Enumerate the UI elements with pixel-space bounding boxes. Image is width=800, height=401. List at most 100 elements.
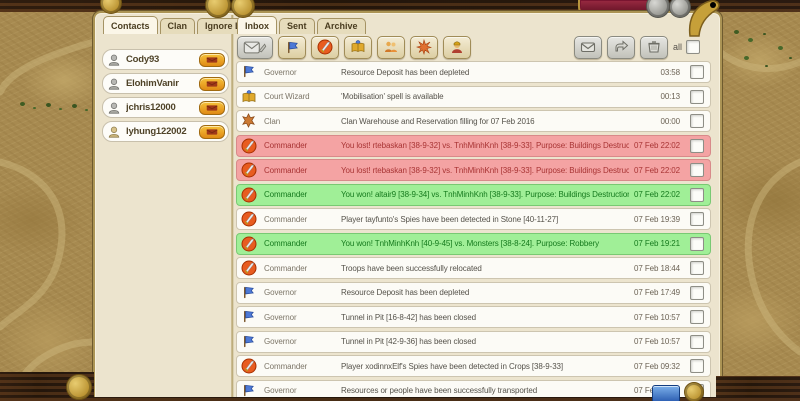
action-button-group — [574, 36, 668, 59]
message-row[interactable]: Commander You lost! rtebaskan [38-9-32] … — [236, 135, 711, 157]
message-text: Clan Warehouse and Reservation filling f… — [341, 117, 655, 126]
contacts-tabbar: Contacts Clan Ignore List — [103, 16, 259, 34]
contact-avatar-icon — [107, 77, 121, 91]
message-row[interactable]: Commander You won! TnhMinhKnh [40-9-45] … — [236, 233, 711, 255]
message-sender: Commander — [262, 239, 336, 248]
filter-button-governor-flag-icon[interactable] — [278, 36, 306, 59]
tab-label: Clan — [168, 21, 188, 31]
message-checkbox[interactable] — [690, 310, 704, 324]
message-row[interactable]: Governor Tunnel in Pit [16-8-42] has bee… — [236, 306, 711, 328]
map-path-right — [716, 12, 800, 378]
message-sender: Commander — [262, 362, 336, 371]
action-button-trash-icon[interactable] — [640, 36, 668, 59]
contact-row[interactable]: lyhung122002 — [102, 121, 229, 142]
message-text: Player xodinnxElf's Spies have been dete… — [341, 362, 629, 371]
message-checkbox[interactable] — [690, 286, 704, 300]
contact-avatar-icon — [107, 125, 121, 139]
mail-tab-archive[interactable]: Archive — [317, 18, 366, 34]
message-checkbox[interactable] — [690, 359, 704, 373]
message-row[interactable]: Governor Resource Deposit has been deple… — [236, 282, 711, 304]
message-checkbox[interactable] — [690, 114, 704, 128]
message-sender: Commander — [262, 190, 336, 199]
map-path-left — [0, 12, 94, 382]
gold-ornament — [66, 374, 92, 400]
filter-button-wizard-book-icon[interactable] — [344, 36, 372, 59]
sidebar-tab-clan[interactable]: Clan — [160, 18, 196, 34]
message-text: Resource Deposit has been depleted — [341, 288, 629, 297]
message-sender: Commander — [262, 215, 336, 224]
send-mail-button[interactable] — [199, 53, 225, 67]
contact-row[interactable]: ElohimVanir — [102, 73, 229, 94]
message-text: Tunnel in Pit [42-9-36] has been closed — [341, 337, 629, 346]
action-button-forward-icon[interactable] — [607, 36, 635, 59]
panel-divider — [231, 15, 234, 401]
message-row[interactable]: Commander You lost! rtebaskan [38-9-32] … — [236, 159, 711, 181]
message-type-icon — [241, 358, 257, 374]
message-time: 03:58 — [660, 68, 680, 77]
message-text: 'Mobilisation' spell is available — [341, 92, 655, 101]
message-sender: Governor — [262, 337, 336, 346]
message-type-icon — [241, 113, 257, 129]
message-text: You lost! rtebaskan [38-9-32] vs. TnhMin… — [341, 141, 629, 150]
message-time: 00:13 — [660, 92, 680, 101]
message-checkbox[interactable] — [690, 237, 704, 251]
message-checkbox[interactable] — [690, 65, 704, 79]
message-type-icon — [241, 89, 257, 105]
game-screen: Contacts Clan Ignore List Cody93 ElohimV… — [0, 0, 800, 401]
message-sender: Governor — [262, 313, 336, 322]
action-button-envelope-icon[interactable] — [574, 36, 602, 59]
tab-label: Inbox — [245, 21, 269, 31]
message-type-icon — [241, 138, 257, 154]
message-checkbox[interactable] — [690, 90, 704, 104]
message-checkbox[interactable] — [690, 335, 704, 349]
sidebar-tab-contacts[interactable]: Contacts — [103, 16, 158, 34]
bushes-left — [20, 102, 25, 106]
select-all-wrap: all — [673, 40, 700, 54]
message-text: You won! TnhMinhKnh [40-9-45] vs. Monste… — [341, 239, 629, 248]
send-mail-button[interactable] — [199, 77, 225, 91]
message-checkbox[interactable] — [690, 188, 704, 202]
message-row[interactable]: Court Wizard 'Mobilisation' spell is ava… — [236, 86, 711, 108]
contact-row[interactable]: jchris12000 — [102, 97, 229, 118]
contact-row[interactable]: Cody93 — [102, 49, 229, 70]
message-sender: Court Wizard — [262, 92, 336, 101]
message-row[interactable]: Commander Player tayfunto's Spies have b… — [236, 208, 711, 230]
message-checkbox[interactable] — [690, 261, 704, 275]
message-checkbox[interactable] — [690, 212, 704, 226]
filter-button-commander-sword-icon[interactable] — [311, 36, 339, 59]
mail-tab-sent[interactable]: Sent — [279, 18, 315, 34]
filter-button-ruler-helm-icon[interactable] — [443, 36, 471, 59]
message-checkbox[interactable] — [690, 139, 704, 153]
message-type-icon — [241, 211, 257, 227]
filter-button-clan-members-icon[interactable] — [377, 36, 405, 59]
select-all-label: all — [673, 42, 682, 52]
mail-tab-inbox[interactable]: Inbox — [237, 16, 277, 34]
message-text: Tunnel in Pit [16-8-42] has been closed — [341, 313, 629, 322]
tab-label: Contacts — [111, 21, 150, 31]
filter-button-group — [237, 36, 471, 59]
message-sender: Commander — [262, 264, 336, 273]
send-mail-button[interactable] — [199, 101, 225, 115]
tab-label: Archive — [325, 21, 358, 31]
message-row[interactable]: Governor Resource Deposit has been deple… — [236, 61, 711, 83]
message-time: 07 Feb 22:02 — [634, 141, 680, 150]
contact-avatar-icon — [107, 101, 121, 115]
message-row[interactable]: Governor Tunnel in Pit [42-9-36] has bee… — [236, 331, 711, 353]
minimap-gem-button[interactable] — [652, 385, 680, 401]
message-type-icon — [241, 236, 257, 252]
message-row[interactable]: Clan Clan Warehouse and Reservation fill… — [236, 110, 711, 132]
mail-toolbar: all — [237, 34, 712, 60]
message-text: You won! altair9 [38-9-34] vs. TnhMinhKn… — [341, 190, 629, 199]
select-all-checkbox[interactable] — [686, 40, 700, 54]
send-mail-button[interactable] — [199, 125, 225, 139]
contact-name: jchris12000 — [126, 102, 194, 113]
message-time: 07 Feb 22:02 — [634, 190, 680, 199]
filter-button-mail-all-icon[interactable] — [237, 36, 273, 59]
message-row[interactable]: Commander Player xodinnxElf's Spies have… — [236, 355, 711, 377]
message-checkbox[interactable] — [690, 163, 704, 177]
bushes-right — [734, 30, 739, 34]
message-row[interactable]: Commander You won! altair9 [38-9-34] vs.… — [236, 184, 711, 206]
message-type-icon — [241, 64, 257, 80]
message-row[interactable]: Commander Troops have been successfully … — [236, 257, 711, 279]
filter-button-battle-burst-icon[interactable] — [410, 36, 438, 59]
